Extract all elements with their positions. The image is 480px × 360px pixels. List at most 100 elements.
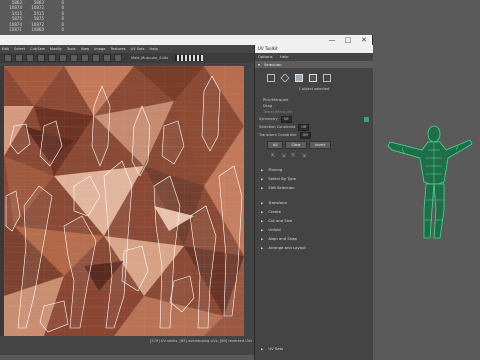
- section-selection-label: Selection: [264, 62, 282, 67]
- collapsed-arrow-icon: ▶: [261, 177, 264, 181]
- alpha-channel-button[interactable]: [103, 54, 111, 62]
- toolkit-menu-help[interactable]: Help: [280, 54, 289, 59]
- checker-button[interactable]: [37, 54, 45, 62]
- collapsed-arrow-icon: ▶: [261, 228, 264, 232]
- group-select-by-type-label: Select By Type: [268, 176, 297, 181]
- collapsed-arrow-icon: ▶: [261, 210, 264, 214]
- stat-cell: 0: [61, 27, 64, 33]
- select-shell-icon[interactable]: ⇲: [302, 153, 306, 159]
- exposure-button[interactable]: [114, 54, 122, 62]
- collapsed-arrow-icon: ▶: [261, 201, 264, 205]
- expand-caret-icon: ▾: [258, 62, 261, 67]
- selection-constraint-dropdown[interactable]: Off: [298, 123, 310, 131]
- vertex-mode-icon[interactable]: [267, 74, 275, 82]
- checker-tiling-slider[interactable]: [175, 55, 204, 61]
- uv-toolkit-panel: UV Toolkit Options Help ▾ Selection 1 ob…: [254, 45, 373, 360]
- window-titlebar: — □ ✕: [0, 35, 372, 45]
- group-align-and-snap[interactable]: ▶ Align and Snap: [255, 234, 373, 243]
- grow-shrink-icons: ⇱ ⇲ ⇱ ⇲: [255, 151, 373, 159]
- group-soft-selection-label: Soft Selection: [268, 185, 295, 190]
- character-model[interactable]: [382, 120, 474, 250]
- stat-cell: 10871: [9, 27, 22, 33]
- collapsed-arrow-icon: ▶: [261, 186, 264, 190]
- close-button[interactable]: ✕: [356, 35, 372, 45]
- collapsed-arrow-icon: ▶: [261, 237, 264, 241]
- group-align-and-snap-label: Align and Snap: [268, 236, 297, 241]
- group-cut-and-sew-label: Cut and Sew: [268, 218, 293, 223]
- symmetry-dropdown[interactable]: Off: [280, 115, 292, 123]
- menu-help[interactable]: Help: [150, 47, 158, 51]
- shaded-uv-button[interactable]: [26, 54, 34, 62]
- uv-viewport[interactable]: [4, 66, 244, 336]
- selection-constraint-row: Selection Constraint Off: [255, 123, 373, 131]
- group-arrange-and-layout-label: Arrange and Layout: [268, 245, 306, 250]
- group-select-by-type[interactable]: ▶ Select By Type: [255, 174, 373, 183]
- collapsed-arrow-icon: ▶: [261, 168, 264, 172]
- group-unfold-label: Unfold: [268, 227, 281, 232]
- stat-cell: 10860: [31, 27, 44, 33]
- filter-button[interactable]: [81, 54, 89, 62]
- rgb-channel-button[interactable]: [92, 54, 100, 62]
- menu-cut-sew[interactable]: Cut/Sew: [30, 47, 45, 51]
- group-pinning-label: Pinning: [268, 167, 283, 172]
- symmetry-toggle-icon[interactable]: [364, 116, 369, 122]
- menu-modify[interactable]: Modify: [50, 47, 62, 51]
- toolkit-menubar: Options Help: [255, 53, 373, 61]
- menu-tools[interactable]: Tools: [67, 47, 76, 51]
- texture-selector[interactable]: Male_Muscular_Suits: [131, 56, 168, 60]
- collapsed-arrow-icon: ▶: [261, 246, 264, 250]
- transform-constraint-row: Transform Constraint Off: [255, 131, 373, 139]
- group-pinning[interactable]: ▶ Pinning: [255, 165, 373, 174]
- clear-selection-button[interactable]: Clear: [285, 141, 307, 149]
- shrink-selection-icon[interactable]: ⇲: [281, 153, 285, 159]
- uv-status-text: [579] UV shells, [89] overlapping UVs, […: [150, 339, 253, 343]
- transform-constraint-label: Transform Constraint: [259, 133, 297, 137]
- select-all-button[interactable]: All: [267, 141, 284, 149]
- collapsed-arrow-icon: ▶: [261, 347, 264, 351]
- dim-image-button[interactable]: [70, 54, 78, 62]
- symmetry-row: Symmetry Off: [255, 115, 373, 123]
- menu-view[interactable]: View: [81, 47, 90, 51]
- group-cut-and-sew[interactable]: ▶ Cut and Sew: [255, 216, 373, 225]
- transform-constraint-dropdown[interactable]: Off: [299, 131, 311, 139]
- menu-uv-sets[interactable]: UV Sets: [131, 47, 145, 51]
- symmetry-label: Symmetry: [259, 117, 278, 121]
- object-mode-icon[interactable]: [295, 74, 303, 82]
- group-transform-label: Transform: [268, 200, 288, 205]
- snap-toggle-button[interactable]: [15, 54, 23, 62]
- group-unfold[interactable]: ▶ Unfold: [255, 225, 373, 234]
- group-soft-selection[interactable]: ▶ Soft Selection: [255, 183, 373, 192]
- selection-buttons: All Clear Invert: [255, 139, 373, 151]
- stats-row: 10871 10860 0: [0, 27, 70, 32]
- menu-textures[interactable]: Textures: [110, 47, 125, 51]
- minimize-button[interactable]: —: [324, 35, 340, 45]
- invert-selection-button[interactable]: Invert: [308, 141, 332, 149]
- uv-layout-canvas[interactable]: [4, 66, 244, 336]
- section-selection[interactable]: ▾ Selection: [255, 61, 373, 68]
- menu-select[interactable]: Select: [14, 47, 25, 51]
- group-create-label: Create: [268, 209, 281, 214]
- distortion-button[interactable]: [48, 54, 56, 62]
- selection-mode-icons: [255, 68, 373, 83]
- character-wireframe-icon: [387, 125, 473, 239]
- group-create[interactable]: ▶ Create: [255, 207, 373, 216]
- tweak-marquee-option[interactable]: Tweak/Marquee: [255, 109, 373, 115]
- menu-edit[interactable]: Edit: [2, 47, 9, 51]
- selection-constraint-label: Selection Constraint: [259, 125, 296, 129]
- uv-shell-mode-icon[interactable]: [309, 74, 317, 82]
- menu-image[interactable]: Image: [94, 47, 105, 51]
- image-display-button[interactable]: [59, 54, 67, 62]
- maximize-button[interactable]: □: [340, 35, 356, 45]
- group-uv-sets-label: UV Sets: [268, 346, 284, 351]
- group-arrange-and-layout[interactable]: ▶ Arrange and Layout: [255, 243, 373, 252]
- face-mode-icon[interactable]: [323, 74, 331, 82]
- toolkit-menu-options[interactable]: Options: [258, 54, 273, 59]
- grid-toggle-button[interactable]: [4, 54, 12, 62]
- select-border-icon[interactable]: ⇱: [291, 153, 295, 159]
- toolkit-title: UV Toolkit: [255, 45, 373, 53]
- selection-count: 1 object selected: [298, 87, 330, 91]
- group-uv-sets[interactable]: ▶ UV Sets: [255, 344, 373, 353]
- group-transform[interactable]: ▶ Transform: [255, 198, 373, 207]
- stats-table: 5863 5863 0 10874 10872 0 5415 5415 0 5875 5875…: [0, 0, 70, 32]
- grow-selection-icon[interactable]: ⇱: [271, 153, 275, 159]
